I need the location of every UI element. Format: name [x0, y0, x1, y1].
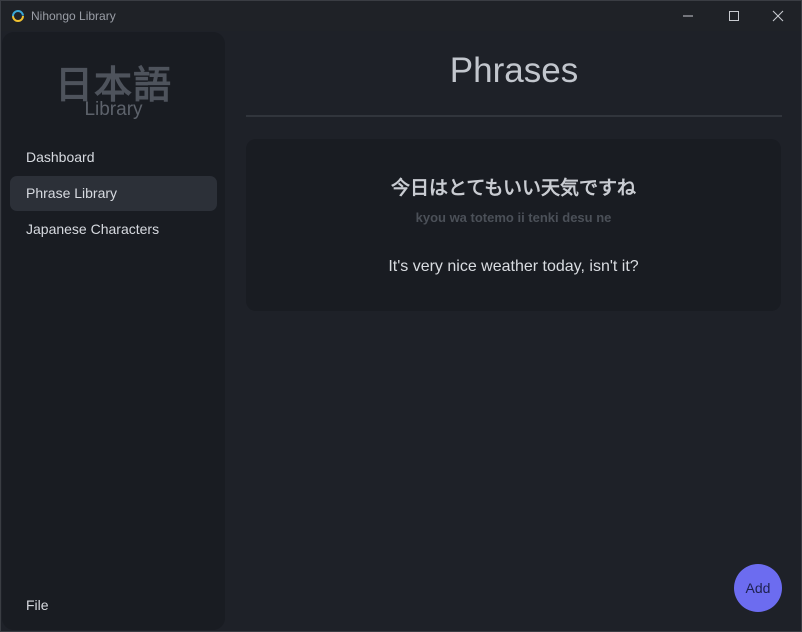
sidebar-item-phrase-library[interactable]: Phrase Library [10, 176, 217, 211]
sidebar-item-japanese-characters[interactable]: Japanese Characters [10, 212, 217, 247]
close-icon [772, 10, 784, 22]
app-window: Nihongo Library 日本語 Library Dashboard Ph… [0, 0, 802, 632]
phrase-card[interactable]: 今日はとてもいい天気ですね kyou wa totemo ii tenki de… [246, 139, 781, 311]
add-button[interactable]: Add [734, 564, 782, 612]
page-title: Phrases [449, 51, 579, 90]
sidebar-item-file[interactable]: File [10, 588, 217, 623]
sidebar-item-dashboard[interactable]: Dashboard [10, 140, 217, 175]
close-button[interactable] [755, 1, 801, 31]
title-divider [246, 115, 782, 117]
minimize-icon [683, 15, 693, 17]
phrase-romaji: kyou wa totemo ii tenki desu ne [415, 210, 612, 225]
brand-subtitle: Library [84, 99, 143, 120]
sidebar: 日本語 Library Dashboard Phrase Library Jap… [2, 32, 225, 630]
app-logo-icon [12, 10, 24, 22]
minimize-button[interactable] [665, 1, 711, 31]
phrase-japanese: 今日はとてもいい天気ですね [390, 177, 637, 199]
phrase-english: It's very nice weather today, isn't it? [388, 258, 639, 275]
title-bar[interactable]: Nihongo Library [1, 1, 801, 31]
maximize-button[interactable] [711, 1, 757, 31]
window-title: Nihongo Library [31, 9, 116, 23]
maximize-icon [729, 11, 739, 21]
